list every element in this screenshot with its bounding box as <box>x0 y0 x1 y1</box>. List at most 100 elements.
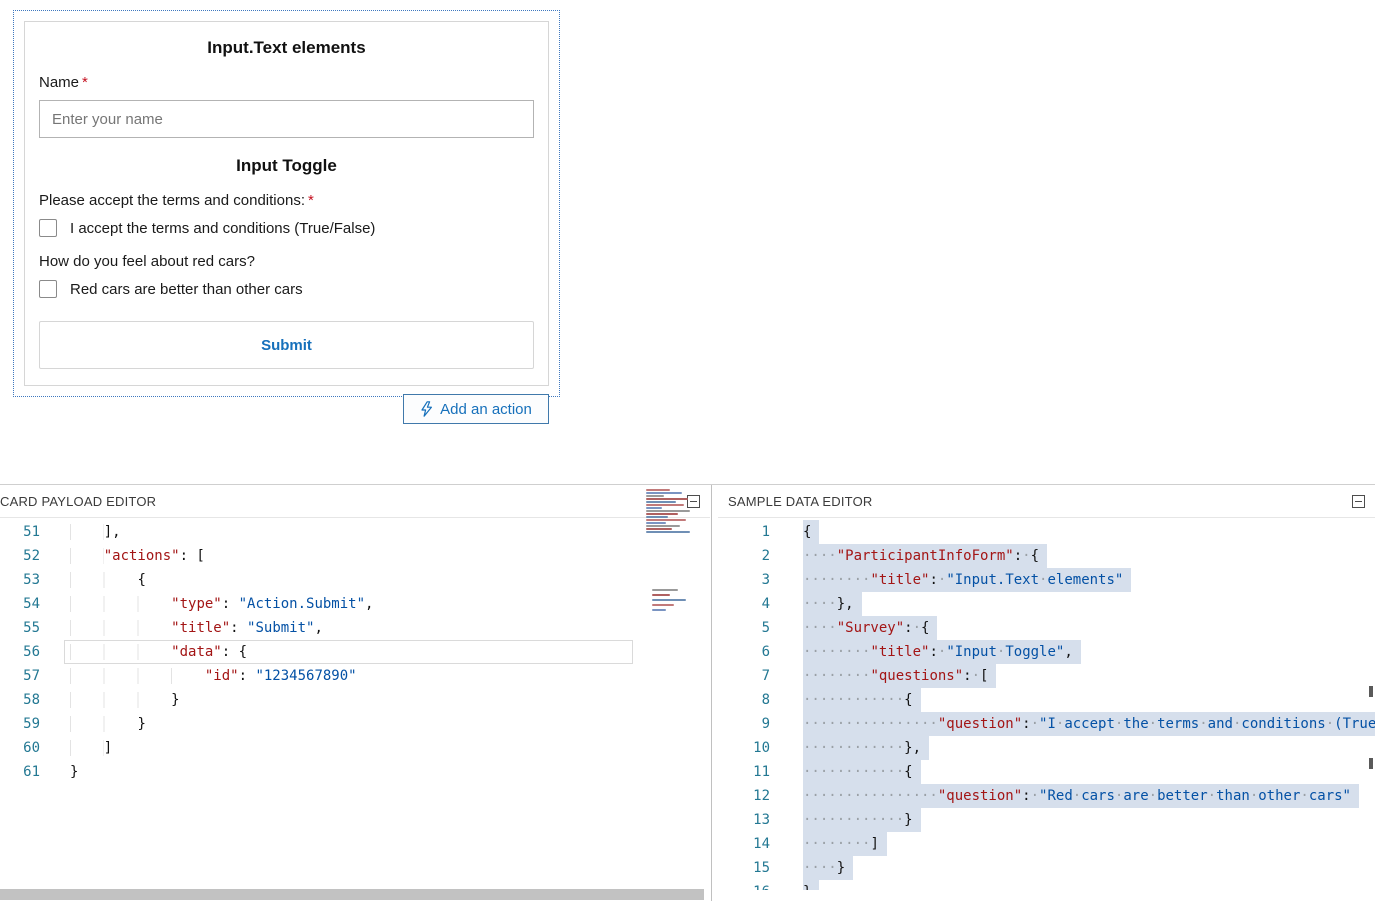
code-line[interactable]: 2 ····"ParticipantInfoForm":·{ <box>718 544 1375 568</box>
line-number[interactable]: 6 <box>718 640 770 664</box>
line-number[interactable]: 3 <box>718 568 770 592</box>
code-text[interactable]: ····} <box>803 856 853 880</box>
code-text[interactable]: ····"ParticipantInfoForm":·{ <box>803 544 1047 568</box>
name-input[interactable] <box>39 100 534 138</box>
code-text[interactable]: ] <box>70 736 112 760</box>
line-number[interactable]: 11 <box>718 760 770 784</box>
line-number[interactable]: 55 <box>0 616 40 640</box>
line-number[interactable]: 56 <box>0 640 40 664</box>
line-number[interactable]: 57 <box>0 664 40 688</box>
code-text[interactable]: ············} <box>803 808 921 832</box>
code-text[interactable]: "title": "Submit", <box>70 616 323 640</box>
line-number[interactable]: 16 <box>718 880 770 890</box>
code-line[interactable]: 8 ············{ <box>718 688 1375 712</box>
code-line[interactable]: 9 ················"question":·"I·accept·t… <box>718 712 1375 736</box>
minimap[interactable] <box>642 487 708 619</box>
terms-question-label: Please accept the terms and conditions:* <box>39 192 534 209</box>
line-number[interactable]: 53 <box>0 568 40 592</box>
collapse-panel-icon[interactable] <box>1352 495 1365 508</box>
code-text[interactable]: } <box>70 712 146 736</box>
code-line[interactable]: 15 ····} <box>718 856 1375 880</box>
line-number[interactable]: 10 <box>718 736 770 760</box>
code-line[interactable]: 11 ············{ <box>718 760 1375 784</box>
line-number[interactable]: 2 <box>718 544 770 568</box>
add-action-button[interactable]: Add an action <box>403 394 549 424</box>
code-text[interactable]: ············{ <box>803 760 921 784</box>
code-line[interactable]: 58 } <box>0 688 710 712</box>
horizontal-scrollbar[interactable] <box>0 889 704 900</box>
line-number[interactable]: 54 <box>0 592 40 616</box>
card-payload-editor-title: CARD PAYLOAD EDITOR <box>0 494 156 509</box>
code-text[interactable]: ], <box>70 520 121 544</box>
card-payload-code-editor[interactable]: 51 ],52 "actions": [53 {54 "type": "Acti… <box>0 518 710 890</box>
line-number[interactable]: 14 <box>718 832 770 856</box>
code-line[interactable]: 4 ····}, <box>718 592 1375 616</box>
redcars-checkbox[interactable] <box>39 280 57 298</box>
code-line[interactable]: 1{ <box>718 520 1375 544</box>
line-number[interactable]: 61 <box>0 760 40 784</box>
line-number[interactable]: 58 <box>0 688 40 712</box>
line-number[interactable]: 51 <box>0 520 40 544</box>
code-text[interactable]: "data": { <box>70 640 247 664</box>
code-text[interactable]: ········"title":·"Input.Text·elements" <box>803 568 1131 592</box>
code-text[interactable]: } <box>70 760 78 784</box>
code-line[interactable]: 55 "title": "Submit", <box>0 616 710 640</box>
code-line[interactable]: 56 "data": { <box>0 640 710 664</box>
line-number[interactable]: 9 <box>718 712 770 736</box>
code-text[interactable]: ················"question":·"Red·cars·ar… <box>803 784 1359 808</box>
code-text[interactable]: ············{ <box>803 688 921 712</box>
code-line[interactable]: 10 ············}, <box>718 736 1375 760</box>
code-line[interactable]: 52 "actions": [ <box>0 544 710 568</box>
submit-button[interactable]: Submit <box>39 321 534 369</box>
code-text[interactable]: ····}, <box>803 592 862 616</box>
code-line[interactable]: 59 } <box>0 712 710 736</box>
line-number[interactable]: 7 <box>718 664 770 688</box>
code-line[interactable]: 51 ], <box>0 520 710 544</box>
name-field-label: Name* <box>39 74 534 91</box>
code-line[interactable]: 3 ········"title":·"Input.Text·elements" <box>718 568 1375 592</box>
adaptive-card-preview: Input.Text elements Name* Input Toggle P… <box>24 21 549 386</box>
line-number[interactable]: 4 <box>718 592 770 616</box>
code-text[interactable]: } <box>803 880 819 890</box>
code-line[interactable]: 13 ············} <box>718 808 1375 832</box>
code-text[interactable]: ········"questions":·[ <box>803 664 996 688</box>
code-line[interactable]: 53 { <box>0 568 710 592</box>
line-number[interactable]: 59 <box>0 712 40 736</box>
line-number[interactable]: 60 <box>0 736 40 760</box>
code-line[interactable]: 57 "id": "1234567890" <box>0 664 710 688</box>
code-text[interactable]: ············}, <box>803 736 929 760</box>
code-line[interactable]: 12 ················"question":·"Red·cars·… <box>718 784 1375 808</box>
code-line[interactable]: 5 ····"Survey":·{ <box>718 616 1375 640</box>
code-line[interactable]: 54 "type": "Action.Submit", <box>0 592 710 616</box>
code-line[interactable]: 6 ········"title":·"Input·Toggle", <box>718 640 1375 664</box>
code-text[interactable]: ········"title":·"Input·Toggle", <box>803 640 1081 664</box>
code-text[interactable]: "type": "Action.Submit", <box>70 592 373 616</box>
line-number[interactable]: 52 <box>0 544 40 568</box>
line-number[interactable]: 5 <box>718 616 770 640</box>
card-selection-outline[interactable]: Input.Text elements Name* Input Toggle P… <box>13 10 560 397</box>
code-text[interactable]: { <box>803 520 819 544</box>
code-text[interactable]: "id": "1234567890" <box>70 664 357 688</box>
line-number[interactable]: 13 <box>718 808 770 832</box>
code-text[interactable]: ····"Survey":·{ <box>803 616 937 640</box>
line-number[interactable]: 1 <box>718 520 770 544</box>
code-line[interactable]: 61} <box>0 760 710 784</box>
line-number[interactable]: 8 <box>718 688 770 712</box>
line-number[interactable]: 15 <box>718 856 770 880</box>
sample-data-code-editor[interactable]: 1{2····"ParticipantInfoForm":·{3········… <box>718 518 1375 890</box>
code-line[interactable]: 7 ········"questions":·[ <box>718 664 1375 688</box>
code-text[interactable]: } <box>70 688 180 712</box>
code-text[interactable]: "actions": [ <box>70 544 205 568</box>
code-line[interactable]: 14 ········] <box>718 832 1375 856</box>
sample-data-editor-header: SAMPLE DATA EDITOR <box>718 485 1375 518</box>
overview-ruler-mark <box>1369 686 1373 697</box>
code-line[interactable]: 60 ] <box>0 736 710 760</box>
redcars-checkbox-label: Red cars are better than other cars <box>70 281 303 298</box>
code-text[interactable]: ········] <box>803 832 887 856</box>
code-line[interactable]: 16} <box>718 880 1375 890</box>
code-text[interactable]: { <box>70 568 146 592</box>
line-number[interactable]: 12 <box>718 784 770 808</box>
panel-divider[interactable] <box>711 485 718 901</box>
terms-checkbox[interactable] <box>39 219 57 237</box>
code-text[interactable]: ················"question":·"I·accept·th… <box>803 712 1375 736</box>
